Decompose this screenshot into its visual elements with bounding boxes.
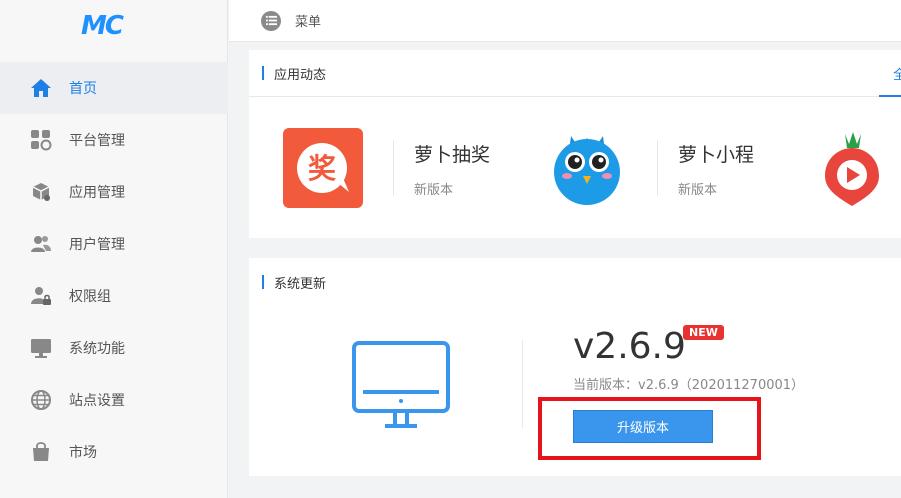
title-accent-bar <box>262 275 264 289</box>
sidebar-nav: 首页 平台管理 应用管理 用户管理 权限组 系统功能 站点设置 市场 <box>0 62 228 478</box>
new-badge: NEW <box>683 325 724 340</box>
card-title: 应用动态 <box>274 67 327 83</box>
app-info: 萝卜小程 新版本 <box>678 140 754 198</box>
card-header: 系统更新 <box>249 258 901 306</box>
logo[interactable]: MC <box>0 0 227 52</box>
lottery-app-icon: 奖 <box>283 128 363 208</box>
sidebar-item-label: 应用管理 <box>69 185 125 201</box>
more-link[interactable]: 全 <box>881 64 901 83</box>
app-version: 新版本 <box>414 183 454 198</box>
svg-text:奖: 奖 <box>308 152 336 185</box>
current-version-text: 当前版本：v2.6.9（202011270001） <box>573 378 805 393</box>
card-title: 系统更新 <box>274 276 327 292</box>
separator <box>522 340 523 428</box>
sidebar: MC 首页 平台管理 应用管理 用户管理 权限组 系统功能 站点设置 市场 <box>0 0 228 498</box>
app-info: 萝卜抽奖 新版本 <box>414 140 490 198</box>
sidebar-item-system[interactable]: 系统功能 <box>0 322 228 374</box>
sidebar-item-platform[interactable]: 平台管理 <box>0 114 228 166</box>
highlight-box <box>538 397 761 460</box>
app-name: 萝卜小程 <box>678 144 755 166</box>
sidebar-item-label: 首页 <box>69 81 97 97</box>
cube-icon <box>30 181 52 203</box>
monitor-icon <box>351 340 451 430</box>
sidebar-item-label: 站点设置 <box>69 393 125 409</box>
app-item[interactable]: 奖 萝卜抽奖 新版本 <box>283 128 490 208</box>
app-item[interactable] <box>823 128 883 208</box>
more-link-underline <box>879 95 901 97</box>
sidebar-item-label: 用户管理 <box>69 237 125 253</box>
lock-user-icon <box>30 285 52 307</box>
radish-play-app-icon <box>823 128 883 208</box>
separator <box>393 140 394 196</box>
sidebar-item-label: 市场 <box>69 445 97 461</box>
sidebar-item-market[interactable]: 市场 <box>0 426 228 478</box>
monitor-icon <box>30 337 52 359</box>
sidebar-item-label: 平台管理 <box>69 133 125 149</box>
card-header: 应用动态 全 <box>249 50 901 97</box>
app-item[interactable]: 萝卜小程 新版本 <box>547 128 754 208</box>
globe-icon <box>30 389 52 411</box>
app-updates-card: 应用动态 全 奖 萝卜抽奖 新版本 萝卜小程 新版本 <box>249 50 901 238</box>
app-version: 新版本 <box>678 183 718 198</box>
menu-icon[interactable] <box>261 10 281 31</box>
menu-label[interactable]: 菜单 <box>295 11 321 30</box>
sidebar-item-users[interactable]: 用户管理 <box>0 218 228 270</box>
sidebar-item-label: 系统功能 <box>69 341 125 357</box>
platform-icon <box>30 129 52 151</box>
blue-bird-app-icon <box>547 128 627 208</box>
sidebar-item-home[interactable]: 首页 <box>0 62 228 114</box>
users-icon <box>30 233 52 255</box>
system-update-card: 系统更新 v2.6.9 NEW 当前版本：v2.6.9（202011270001… <box>249 258 901 476</box>
shopping-bag-icon <box>30 441 52 463</box>
version-number: v2.6.9 <box>573 326 686 367</box>
sidebar-item-apps[interactable]: 应用管理 <box>0 166 228 218</box>
logo-text: MC <box>81 11 124 41</box>
title-accent-bar <box>262 66 264 80</box>
sidebar-item-site-settings[interactable]: 站点设置 <box>0 374 228 426</box>
app-name: 萝卜抽奖 <box>414 144 491 166</box>
sidebar-item-label: 权限组 <box>69 289 111 305</box>
home-icon <box>30 77 52 99</box>
separator <box>657 140 658 196</box>
sidebar-item-permissions[interactable]: 权限组 <box>0 270 228 322</box>
topbar: 菜单 <box>229 0 901 42</box>
